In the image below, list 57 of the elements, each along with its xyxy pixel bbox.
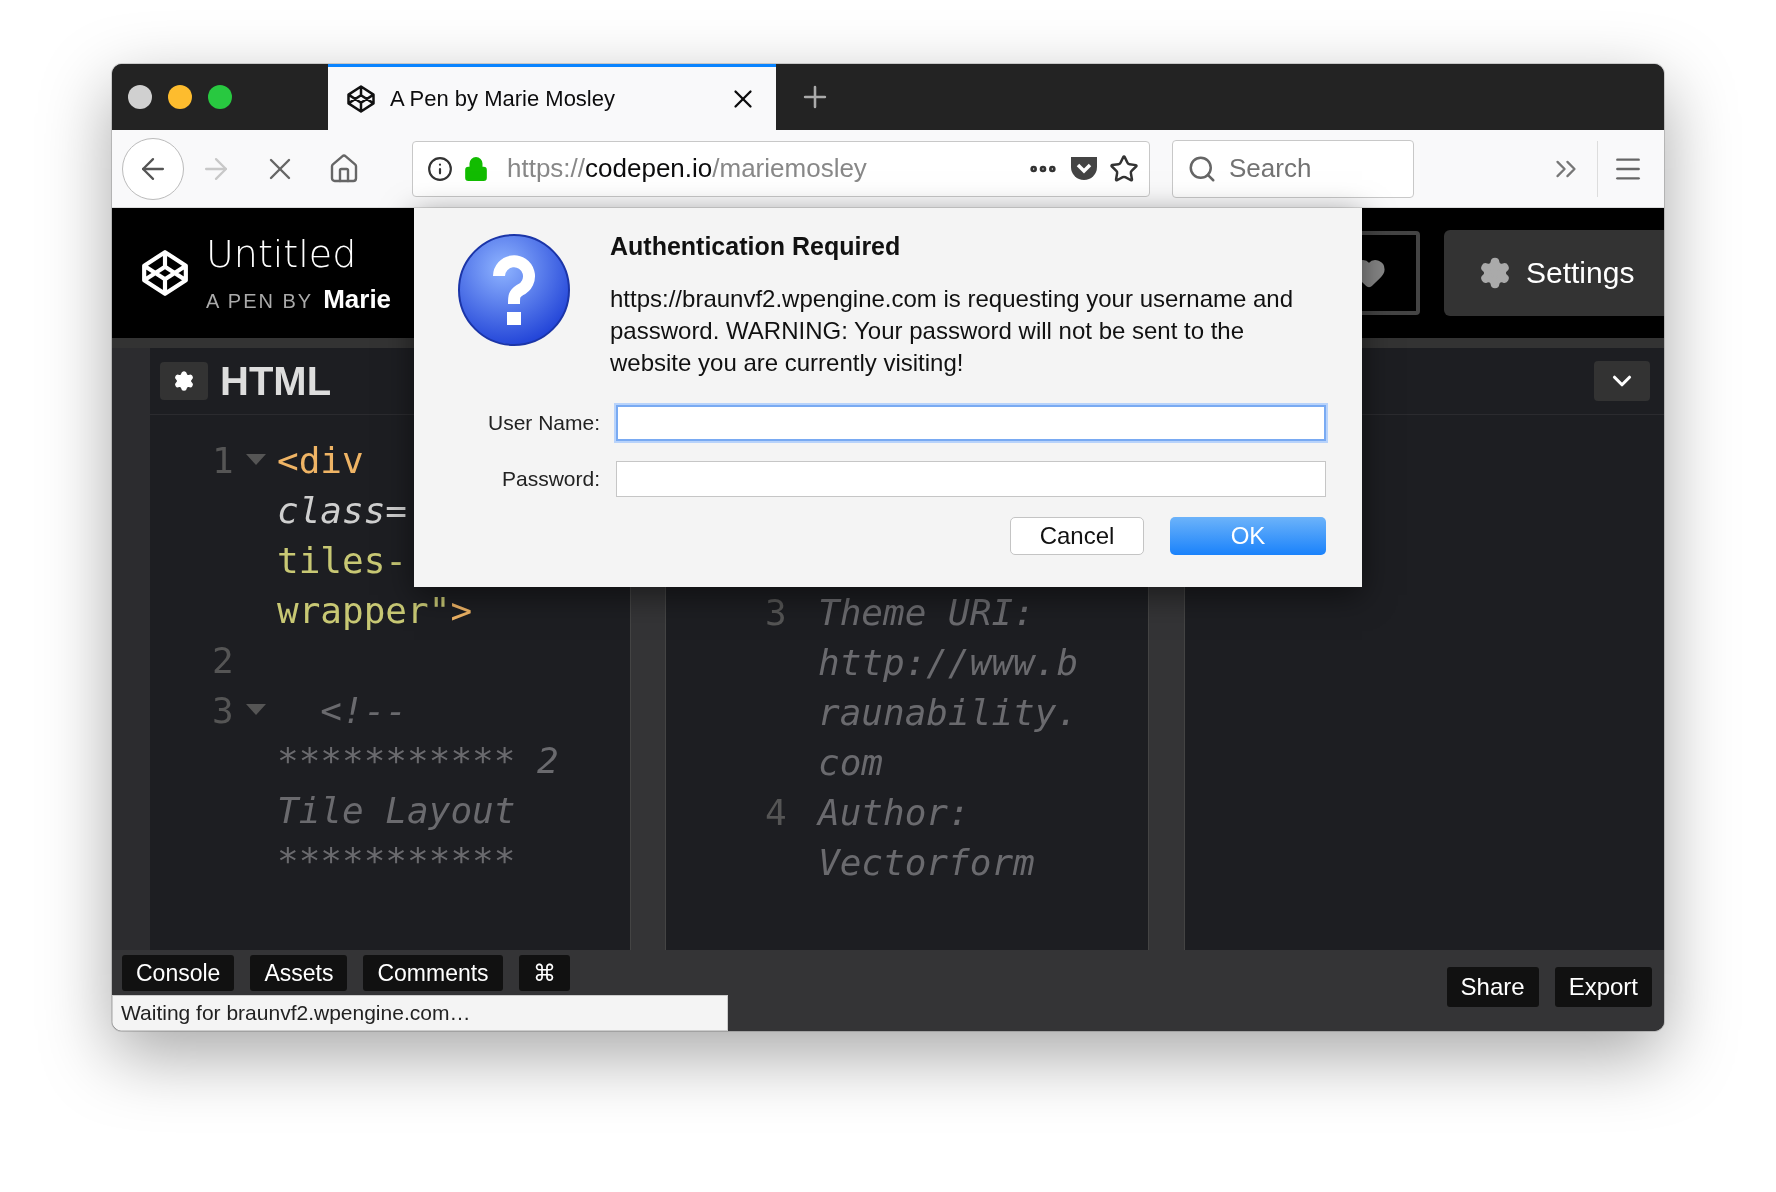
codepen-logo-icon [346, 83, 376, 114]
url-text: https://codepen.io/mariemosley [507, 153, 868, 184]
code-text: com [818, 741, 884, 783]
dialog-button[interactable]: Cancel [1010, 517, 1144, 555]
settings-icon[interactable] [160, 362, 208, 400]
codepen-logo-icon [140, 248, 190, 298]
code-text: Vectorform [818, 841, 1035, 883]
footer-tab[interactable]: Console [122, 955, 235, 991]
pen-title: Untitled [206, 231, 358, 276]
code-text: class= [277, 489, 408, 531]
byline-text: A PEN BY [206, 289, 314, 313]
lock-icon [463, 155, 489, 182]
editor-title: HTML [220, 358, 332, 404]
settings-button[interactable]: Settings [1444, 230, 1664, 316]
settings-icon [1478, 256, 1512, 290]
line-number: 2 [212, 639, 235, 681]
code-text: tiles- [277, 539, 408, 581]
line-number: 3 [765, 591, 788, 633]
minimize-window-icon[interactable] [168, 85, 192, 109]
dialog-message: https://braunvf2.wpengine.com is requesting your username and password. WARNING: Your password will not be sent to the website you are currently visiting! [610, 284, 1295, 378]
code-text: <div [277, 439, 364, 481]
author-link[interactable]: Marie [323, 283, 392, 315]
code-text: > [450, 589, 473, 631]
chevron-down-button[interactable] [1594, 361, 1650, 401]
code-text: Theme URI: [818, 591, 1035, 633]
address-bar[interactable]: https://codepen.io/mariemosley [412, 140, 1150, 197]
footer-tab[interactable]: Comments [363, 955, 503, 991]
footer-tab[interactable]: Assets [250, 955, 348, 991]
star-icon[interactable] [1109, 153, 1139, 184]
pocket-icon[interactable] [1069, 154, 1099, 183]
dialog-title: Authentication Required [610, 232, 902, 261]
close-window-icon[interactable] [128, 85, 152, 109]
code-text: *********** [277, 839, 516, 881]
footer-button[interactable]: Export [1554, 967, 1652, 1007]
code-text: Tile Layout [277, 789, 516, 831]
input-field[interactable] [616, 461, 1326, 497]
code-text: wrapper" [277, 589, 451, 631]
footer-button[interactable]: Share [1446, 967, 1539, 1007]
line-number: 4 [765, 791, 788, 833]
zoom-window-icon[interactable] [208, 85, 232, 109]
code-text: http://www.b [818, 641, 1079, 683]
browser-tab[interactable]: A Pen by Marie Mosley [328, 64, 776, 130]
house-icon [328, 152, 360, 185]
field-label: User Name: [486, 411, 600, 435]
question-icon [456, 232, 572, 348]
search-field[interactable]: Search [1172, 139, 1414, 198]
footer-tab[interactable]: ⌘ [518, 955, 570, 991]
status-text: Waiting for braunvf2.wpengine.com… [112, 995, 728, 1031]
code-text: *********** 2 [277, 739, 559, 781]
input-field[interactable] [616, 405, 1326, 441]
info-icon[interactable] [427, 155, 453, 182]
line-number: 1 [212, 439, 235, 481]
code-text: Author: [818, 791, 970, 833]
field-label: Password: [500, 467, 600, 491]
code-text: <!-- [319, 689, 408, 731]
code-text: raunability. [818, 691, 1079, 733]
line-number: 3 [212, 689, 235, 731]
